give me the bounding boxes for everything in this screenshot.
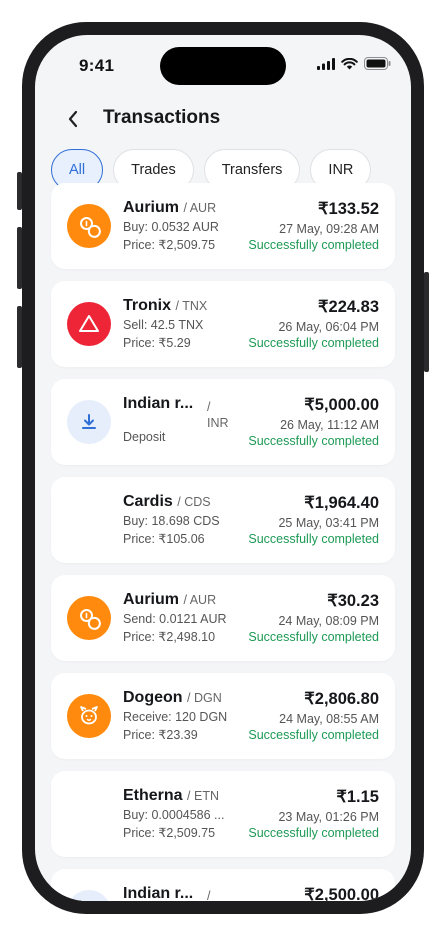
asset-symbol: / TNX	[175, 299, 208, 313]
txn-status: Successfully completed	[248, 434, 379, 448]
asset-symbol: / AUR	[183, 593, 217, 607]
status-icons	[317, 57, 391, 70]
txn-amount: ₹133.52	[318, 200, 379, 218]
transaction-item[interactable]: Dogeon / DGN Receive: 120 DGN Price: ₹23…	[51, 673, 395, 759]
txn-date: 25 May, 03:41 PM	[278, 516, 379, 530]
txn-detail: Receive: 120 DGN	[123, 710, 228, 724]
txn-date: 24 May, 08:55 AM	[279, 712, 379, 726]
volume-up-button	[17, 227, 22, 289]
txn-status: Successfully completed	[248, 532, 379, 546]
txn-price: Price: ₹2,509.75	[123, 826, 216, 840]
status-bar: 9:41	[35, 35, 411, 95]
power-button	[424, 272, 429, 372]
txn-amount: ₹30.23	[327, 592, 379, 610]
asset-symbol: / AUR	[183, 201, 217, 215]
phone-frame: 9:41 Transactions All Trades Transfers I…	[17, 22, 429, 914]
asset-name: Etherna	[123, 787, 183, 804]
transaction-item[interactable]: Indian r... / INR Deposit ₹5,000.00 26 M…	[51, 379, 395, 465]
asset-name: Indian r...	[123, 885, 194, 901]
txn-price: Price: ₹23.39	[123, 728, 198, 742]
screen: 9:41 Transactions All Trades Transfers I…	[35, 35, 411, 901]
coins-icon	[67, 596, 111, 640]
dynamic-island	[160, 47, 286, 85]
txn-amount: ₹1,964.40	[304, 494, 379, 512]
chevron-left-icon	[68, 110, 78, 128]
coins-icon	[67, 204, 111, 248]
txn-detail: Buy: 0.0532 AUR	[123, 220, 219, 234]
asset-symbol: / ETN	[187, 789, 219, 803]
asset-name: Aurium	[123, 591, 179, 608]
transaction-item[interactable]: Aurium / AUR Send: 0.0121 AUR Price: ₹2,…	[51, 575, 395, 661]
asset-name: Tronix	[123, 297, 172, 314]
txn-date: 23 May, 01:26 PM	[278, 810, 379, 824]
signal-icon	[317, 57, 335, 70]
transaction-item[interactable]: Indian r... / ₹2,500.00	[51, 869, 395, 901]
triangle-icon	[67, 302, 111, 346]
mute-switch	[17, 172, 22, 210]
txn-date: 24 May, 08:09 PM	[278, 614, 379, 628]
txn-status: Successfully completed	[248, 728, 379, 742]
asset-symbol: /	[207, 889, 211, 901]
txn-amount: ₹5,000.00	[304, 396, 379, 414]
battery-icon	[364, 57, 391, 70]
header: Transactions	[35, 97, 411, 141]
txn-date: 26 May, 06:04 PM	[278, 320, 379, 334]
txn-price: Price: ₹5.29	[123, 336, 191, 350]
asset-name: Aurium	[123, 199, 179, 216]
page-title: Transactions	[103, 107, 221, 128]
txn-status: Successfully completed	[248, 630, 379, 644]
asset-symbol: / INR	[207, 400, 229, 430]
volume-down-button	[17, 306, 22, 368]
txn-price: Price: ₹105.06	[123, 532, 205, 546]
txn-status: Successfully completed	[248, 238, 379, 252]
txn-date: 26 May, 11:12 AM	[280, 418, 379, 432]
txn-amount: ₹2,806.80	[304, 690, 379, 708]
txn-detail: Send: 0.0121 AUR	[123, 612, 227, 626]
txn-detail: Sell: 42.5 TNX	[123, 318, 204, 332]
txn-amount: ₹1.15	[336, 788, 379, 806]
txn-amount: ₹2,500.00	[304, 886, 379, 901]
txn-status: Successfully completed	[248, 826, 379, 840]
download-icon	[67, 890, 111, 901]
txn-status: Successfully completed	[248, 336, 379, 350]
asset-name: Dogeon	[123, 689, 183, 706]
txn-type: Deposit	[123, 430, 166, 444]
asset-name: Cardis	[123, 493, 173, 510]
transaction-item[interactable]: Aurium / AUR Buy: 0.0532 AUR Price: ₹2,5…	[51, 183, 395, 269]
asset-symbol: / DGN	[187, 691, 222, 705]
asset-symbol: / CDS	[177, 495, 211, 509]
txn-price: Price: ₹2,509.75	[123, 238, 216, 252]
txn-detail: Buy: 18.698 CDS	[123, 514, 220, 528]
txn-amount: ₹224.83	[318, 298, 379, 316]
dog-icon	[67, 694, 111, 738]
transaction-item[interactable]: Etherna / ETN Buy: 0.0004586 ... Price: …	[51, 771, 395, 857]
back-button[interactable]	[61, 107, 85, 131]
asset-name: Indian r...	[123, 395, 194, 412]
txn-date: 27 May, 09:28 AM	[279, 222, 379, 236]
txn-price: Price: ₹2,498.10	[123, 630, 216, 644]
download-icon	[67, 400, 111, 444]
wifi-icon	[341, 57, 358, 69]
transaction-item[interactable]: Tronix / TNX Sell: 42.5 TNX Price: ₹5.29…	[51, 281, 395, 367]
txn-detail: Buy: 0.0004586 ...	[123, 808, 225, 822]
transaction-item[interactable]: Cardis / CDS Buy: 18.698 CDS Price: ₹105…	[51, 477, 395, 563]
status-time: 9:41	[79, 56, 115, 75]
